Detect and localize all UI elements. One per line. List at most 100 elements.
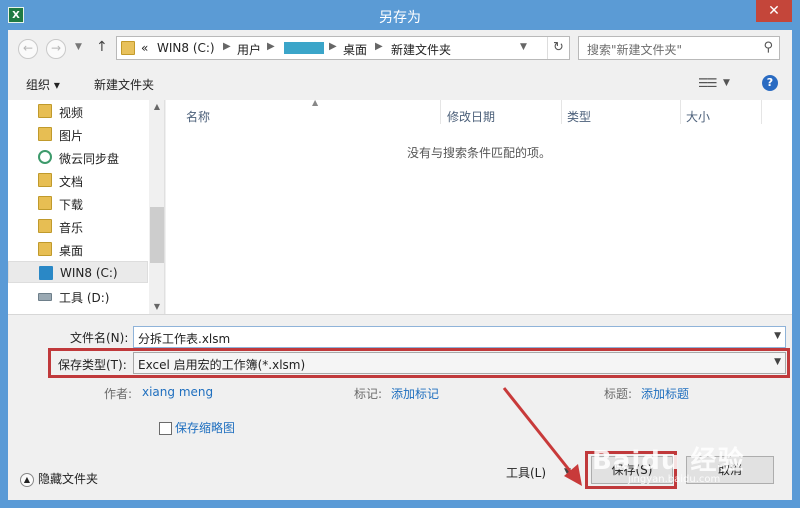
address-history-dropdown[interactable]: ▼ [520,42,527,52]
nav-item-label: 微云同步盘 [59,152,120,166]
nav-item-downloads[interactable]: 下载 [8,192,148,214]
chevron-right-icon[interactable]: ▶ [329,41,337,52]
nav-item-music[interactable]: 音乐 [8,215,148,237]
chevron-right-icon[interactable]: ▶ [375,41,383,52]
help-icon[interactable]: ? [762,75,778,91]
column-header-modified[interactable]: 修改日期 [447,108,495,125]
filename-input[interactable]: 分拆工作表.xlsm ▼ [133,326,786,348]
nav-item-label: 下载 [59,198,84,212]
nav-item-drive-d[interactable]: 工具 (D:) [8,285,148,307]
redacted-username[interactable] [284,42,324,54]
drive-icon [38,293,52,301]
crumb-overflow[interactable]: « [141,41,148,55]
author-label: 作者: [104,387,133,401]
breadcrumb-current-folder[interactable]: 新建文件夹 [391,41,451,58]
scroll-thumb[interactable] [150,207,164,263]
new-folder-button[interactable]: 新建文件夹 [94,76,154,93]
recent-locations-dropdown[interactable]: ▼ [75,42,82,52]
chevron-down-icon[interactable]: ▼ [774,331,781,341]
column-header-name[interactable]: 名称 [186,108,210,125]
view-options-icon[interactable]: ☰☰ [698,76,717,90]
watermark-url: jingyan.baidu.com [628,474,721,485]
nav-item-desktop[interactable]: 桌面 [8,238,148,260]
chevron-right-icon[interactable]: ▶ [223,41,231,52]
nav-item-drive-c[interactable]: WIN8 (C:) [8,261,148,283]
hide-folders-toggle[interactable]: ▲ 隐藏文件夹 [20,470,98,487]
folder-desktop-icon [38,242,52,256]
nav-scrollbar[interactable]: ▲ ▼ [149,100,164,314]
navigation-pane: 视频 图片 微云同步盘 文档 下载 音乐 桌面 WIN8 (C:) 工具 (D:… [8,100,165,314]
window-title: 另存为 [379,10,421,26]
folder-document-icon [38,173,52,187]
add-title-link[interactable]: 添加标题 [641,385,689,402]
weiyun-cloud-icon [38,150,52,164]
forward-button[interactable]: → [46,39,66,59]
breadcrumb-desktop[interactable]: 桌面 [343,41,367,58]
search-input[interactable]: 搜索"新建文件夹" ⚲ [578,36,780,60]
save-thumbnail-label[interactable]: 保存缩略图 [175,419,235,436]
address-input[interactable]: « WIN8 (C:) ▶ 用户 ▶ ▶ 桌面 ▶ 新建文件夹 ▼ ↻ [116,36,570,60]
nav-item-pictures[interactable]: 图片 [8,123,148,145]
folder-download-icon [38,196,52,210]
folder-icon [121,41,135,55]
chevron-right-icon[interactable]: ▶ [267,41,275,52]
system-drive-icon [39,266,53,280]
nav-item-videos[interactable]: 视频 [8,100,148,122]
organize-button[interactable]: 组织 ▾ [26,76,60,93]
up-arrow-icon: ↑ [96,39,108,55]
nav-item-label: WIN8 (C:) [60,266,118,280]
column-divider[interactable] [680,100,681,124]
add-tags-link[interactable]: 添加标记 [391,385,439,402]
hide-folders-label: 隐藏文件夹 [38,472,99,486]
back-arrow-icon: ← [22,41,34,55]
sort-ascending-icon: ▲ [312,98,319,107]
red-arrow-annotation [502,387,582,486]
author-value[interactable]: xiang meng [142,385,213,399]
folder-video-icon [38,104,52,118]
chevron-up-icon: ▲ [20,472,34,487]
back-button[interactable]: ← [18,39,38,59]
nav-item-weiyun[interactable]: 微云同步盘 [8,146,148,168]
scroll-up-icon[interactable]: ▲ [149,100,164,114]
nav-item-documents[interactable]: 文档 [8,169,148,191]
filename-label: 文件名(N): [70,331,129,345]
divider [8,314,792,315]
tags-label: 标记: [354,387,383,401]
file-list-pane: ▲ 名称 修改日期 类型 大小 没有与搜索条件匹配的项。 [166,98,792,314]
folder-music-icon [38,219,52,233]
command-bar: 组织 ▾ 新建文件夹 ☰☰ ▼ ? [8,70,792,96]
address-bar-row: ← → ▼ ↑ « WIN8 (C:) ▶ 用户 ▶ ▶ 桌面 ▶ 新建文件夹 … [8,30,792,66]
column-header-size[interactable]: 大小 [686,108,710,125]
column-divider[interactable] [440,100,441,124]
column-header-type[interactable]: 类型 [567,108,591,125]
nav-item-label: 视频 [59,106,84,120]
view-dropdown[interactable]: ▼ [723,78,730,88]
title-label: 标题: [604,387,633,401]
forward-arrow-icon: → [50,41,62,55]
save-thumbnail-checkbox[interactable] [159,422,172,435]
save-as-dialog: ← → ▼ ↑ « WIN8 (C:) ▶ 用户 ▶ ▶ 桌面 ▶ 新建文件夹 … [8,30,792,500]
scroll-down-icon[interactable]: ▼ [149,300,164,314]
close-icon: ✕ [768,3,780,19]
nav-item-label: 工具 (D:) [59,291,110,305]
highlight-frame [48,348,790,378]
search-icon: ⚲ [763,40,773,55]
nav-item-label: 音乐 [59,221,84,235]
nav-item-label: 桌面 [59,244,84,258]
column-divider[interactable] [761,100,762,124]
watermark: Baidu 经验 [592,446,745,476]
nav-item-label: 文档 [59,175,84,189]
nav-item-label: 图片 [59,129,84,143]
title-bar: X 另存为 ✕ [0,0,800,30]
empty-results-message: 没有与搜索条件匹配的项。 [406,146,551,160]
up-button[interactable]: ↑ [96,39,108,55]
refresh-button[interactable]: ↻ [547,37,569,59]
breadcrumb-drive[interactable]: WIN8 (C:) [157,41,215,55]
search-placeholder: 搜索"新建文件夹" [587,43,683,57]
filename-value: 分拆工作表.xlsm [138,332,231,346]
close-button[interactable]: ✕ [756,0,792,22]
refresh-icon: ↻ [553,40,564,55]
breadcrumb-users[interactable]: 用户 [237,41,261,58]
column-divider[interactable] [561,100,562,124]
folder-picture-icon [38,127,52,141]
